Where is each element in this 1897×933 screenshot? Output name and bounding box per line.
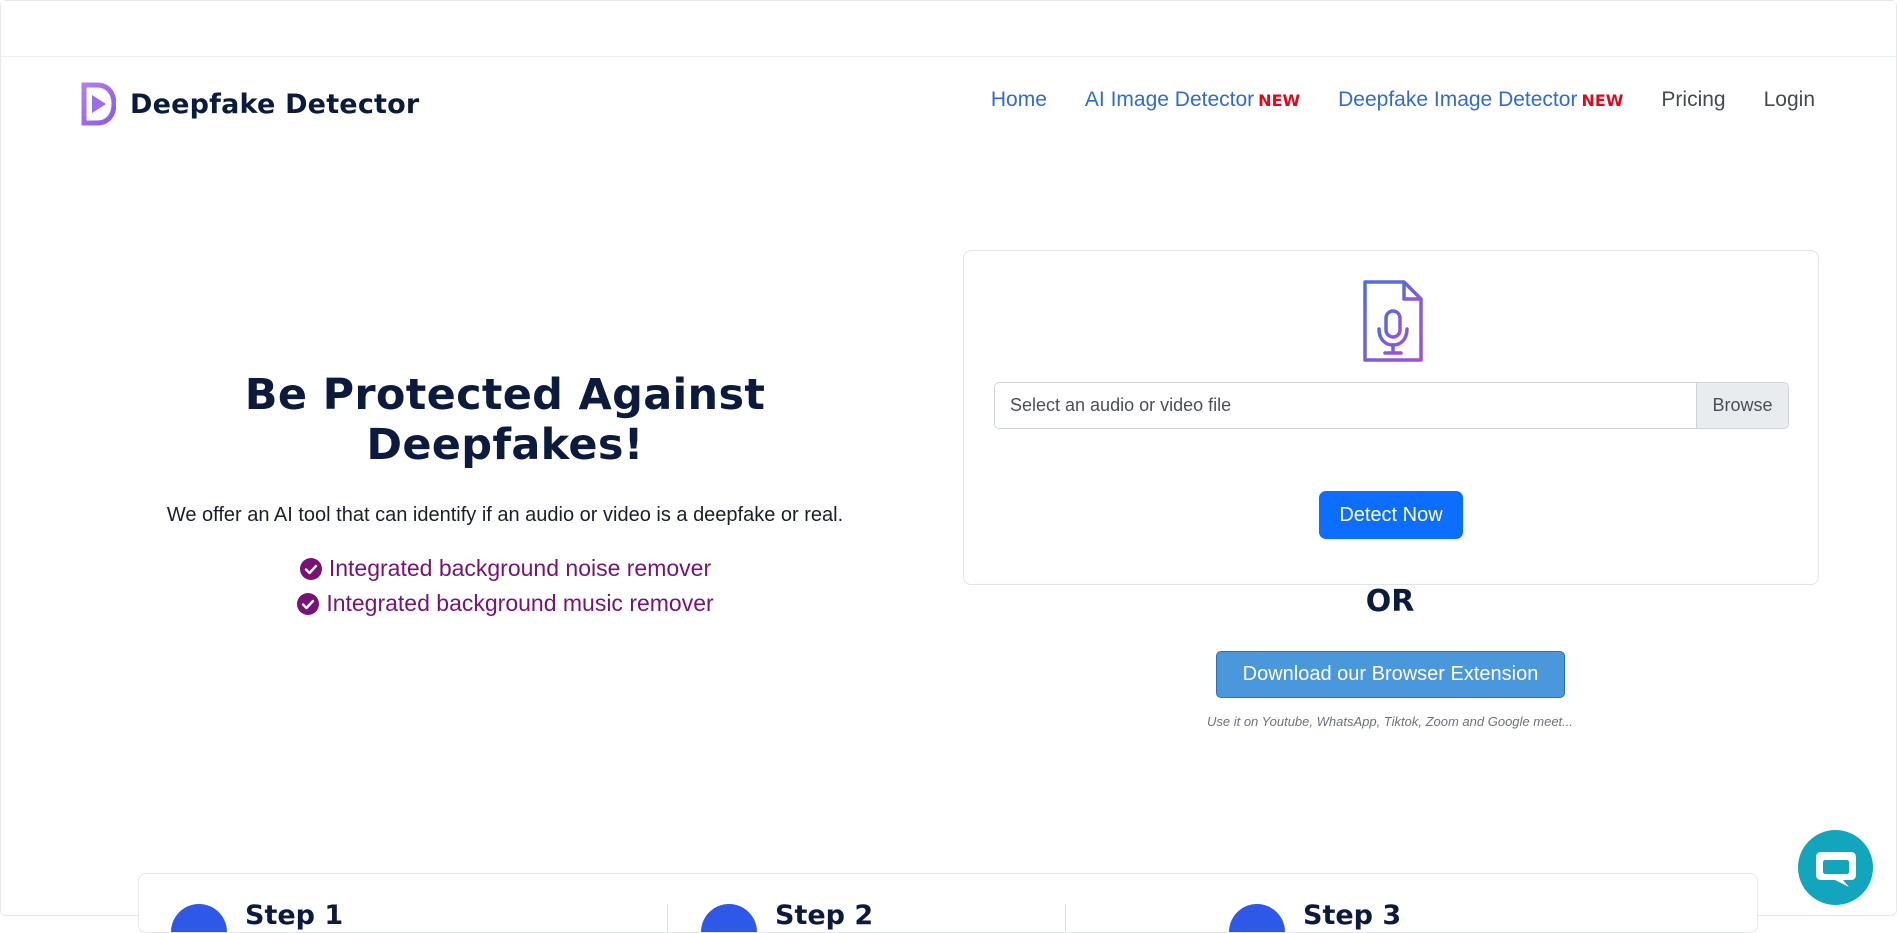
top-strip <box>1 1 1896 57</box>
nav-ai-image-detector[interactable]: AI Image Detector NEW <box>1085 88 1300 112</box>
feature-text: Integrated background music remover <box>326 590 714 616</box>
main-nav: Home AI Image Detector NEW Deepfake Image… <box>991 88 1815 112</box>
deepfake-detector-logo-icon <box>81 82 116 126</box>
nav-pricing-label: Pricing <box>1661 88 1726 111</box>
chat-launcher-button[interactable] <box>1798 830 1873 905</box>
chat-bubble-icon <box>1815 851 1856 887</box>
step-divider <box>1065 904 1066 932</box>
or-separator: OR <box>1365 584 1415 619</box>
hero-title: Be Protected Against Deepfakes! <box>244 370 766 470</box>
nav-ai-image-detector-label: AI Image Detector <box>1084 88 1255 111</box>
extension-note: Use it on Youtube, WhatsApp, Tiktok, Zoo… <box>1206 714 1573 729</box>
new-badge: NEW <box>1581 91 1624 110</box>
nav-pricing[interactable]: Pricing <box>1661 88 1725 112</box>
step-number-circle <box>1229 904 1285 932</box>
step-number-circle <box>701 904 757 932</box>
file-picker[interactable]: Select an audio or video file Browse <box>994 382 1789 429</box>
detect-now-button[interactable]: Detect Now <box>1319 491 1463 539</box>
brand-name: Deepfake Detector <box>130 88 420 120</box>
nav-deepfake-image-detector-label: Deepfake Image Detector <box>1338 88 1578 111</box>
step-item: Step 3 <box>1229 900 1401 932</box>
feature-list: Integrated background noise remover Inte… <box>120 555 890 617</box>
nav-login[interactable]: Login <box>1764 88 1815 112</box>
browse-button[interactable]: Browse <box>1696 383 1788 428</box>
feature-item: Integrated background music remover <box>296 590 714 617</box>
nav-home[interactable]: Home <box>991 88 1047 112</box>
nav-home-label: Home <box>990 88 1047 111</box>
step-item: Step 2 <box>701 900 873 932</box>
feature-item: Integrated background noise remover <box>299 555 711 582</box>
check-circle-icon <box>297 592 320 615</box>
nav-deepfake-image-detector[interactable]: Deepfake Image Detector NEW <box>1338 88 1623 112</box>
feature-text: Integrated background noise remover <box>328 555 712 581</box>
steps-panel: Step 1 Step 2 Step 3 <box>138 873 1758 933</box>
upload-card: Select an audio or video file Browse Det… <box>963 250 1819 585</box>
nav-login-label: Login <box>1763 88 1815 111</box>
microphone-file-icon <box>1363 280 1423 362</box>
hero-section: Be Protected Against Deepfakes! We offer… <box>120 370 890 617</box>
download-extension-button[interactable]: Download our Browser Extension <box>1216 651 1565 698</box>
step-divider <box>667 904 668 932</box>
hero-subtitle: We offer an AI tool that can identify if… <box>166 504 844 526</box>
step-item: Step 1 <box>171 900 343 932</box>
file-input-placeholder[interactable]: Select an audio or video file <box>995 383 1696 428</box>
check-circle-icon <box>299 557 322 580</box>
step-number-circle <box>171 904 227 932</box>
new-badge: NEW <box>1258 91 1301 110</box>
brand-logo[interactable]: Deepfake Detector <box>80 82 419 126</box>
